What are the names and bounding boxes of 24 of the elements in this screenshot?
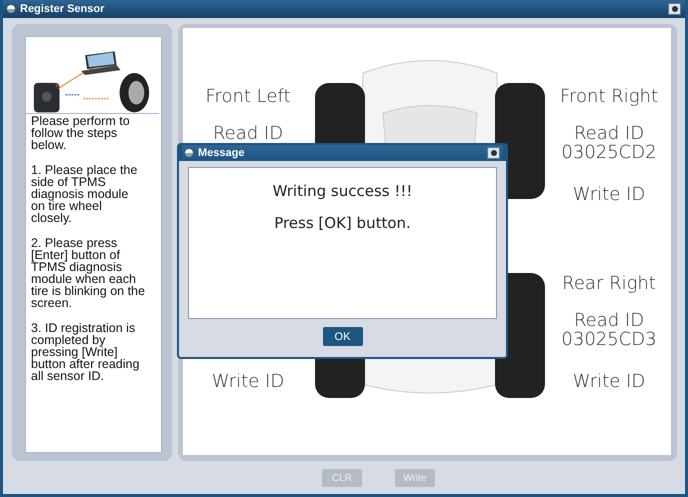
window-title: Register Sensor bbox=[20, 3, 106, 15]
tire-label: Write ID bbox=[572, 184, 646, 204]
message-text: Press [OK] button. bbox=[273, 214, 412, 232]
dialog-title: Message bbox=[198, 147, 246, 159]
ok-button[interactable]: OK bbox=[322, 327, 362, 346]
camera-icon[interactable] bbox=[487, 147, 500, 159]
tire-label: Front Right bbox=[560, 86, 658, 106]
instruction-text: 2. Please press [Enter] button of TPMS diagnosis module when each tire is blinking on the screen. bbox=[31, 237, 145, 309]
instruction-text: 3. ID registration is completed by pressing [Write] button after reading all sensor ID. bbox=[31, 322, 140, 382]
tire-label: Read ID bbox=[574, 310, 644, 330]
instruction-text: 1. Please place the side of TPMS diagnosis module on tire wheel closely. bbox=[31, 164, 138, 224]
tire-label: 03025CD3 bbox=[561, 328, 657, 350]
window-icon bbox=[185, 149, 193, 157]
tire-label: Write ID bbox=[212, 370, 284, 392]
camera-icon[interactable] bbox=[668, 3, 681, 15]
instruction-text: Please perform to follow the steps below. bbox=[31, 115, 131, 151]
message-text: Writing success !!! bbox=[272, 182, 414, 200]
tire-label: Rear Right bbox=[562, 272, 656, 294]
tire-label: Read ID bbox=[212, 122, 284, 144]
tire-label: Front Left bbox=[205, 86, 291, 106]
tire-label: Read ID bbox=[574, 122, 644, 144]
window-icon bbox=[7, 5, 15, 13]
tire-label: 03025CD2 bbox=[561, 142, 657, 162]
tire-label: Write ID bbox=[572, 370, 646, 392]
